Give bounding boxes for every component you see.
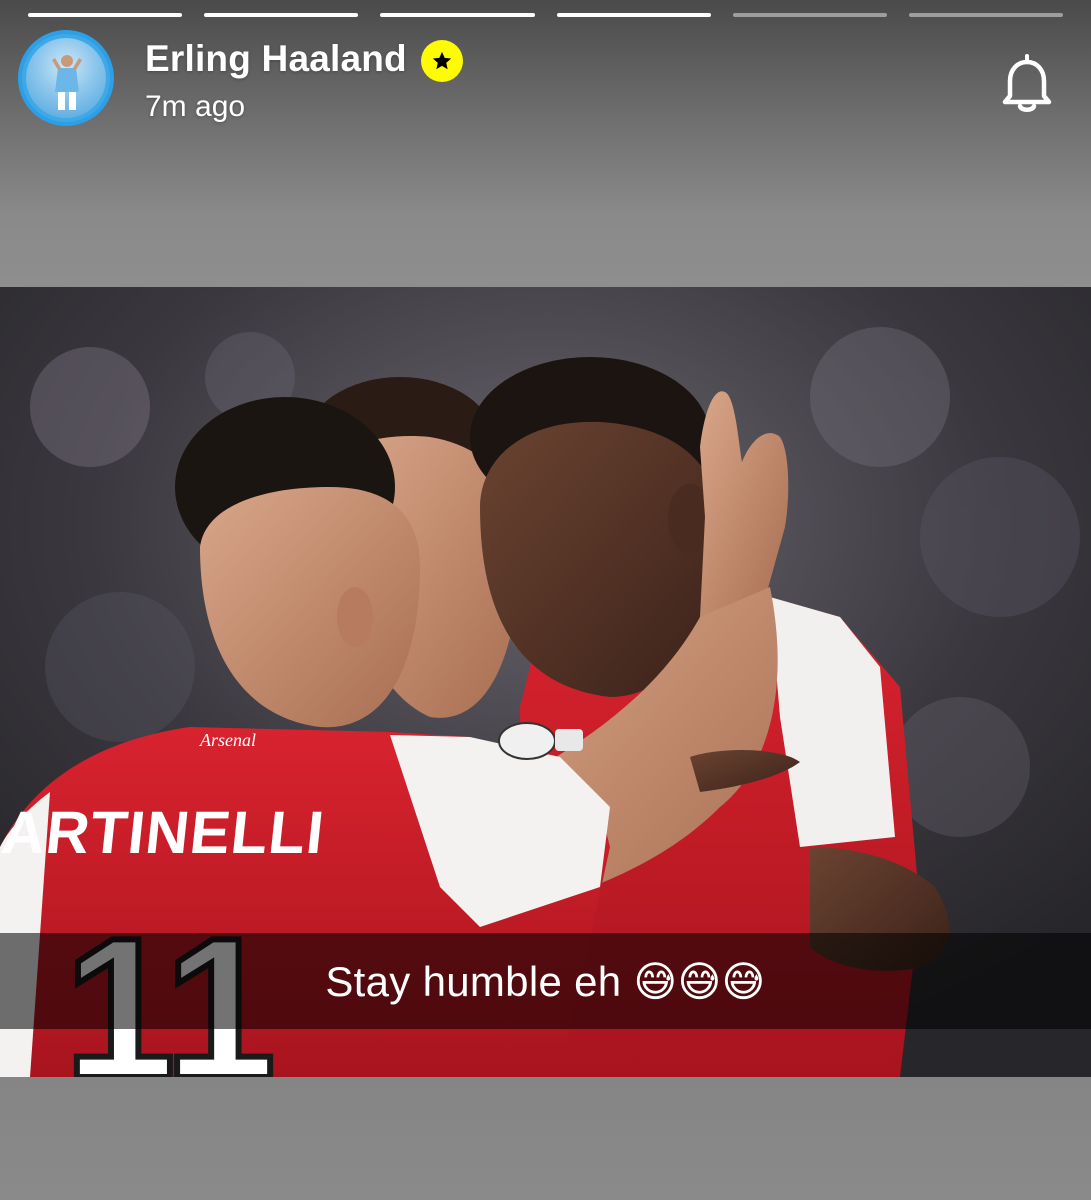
progress-segment (28, 13, 183, 17)
progress-fill (28, 13, 183, 17)
jersey-sponsor: Arsenal (199, 730, 256, 750)
jersey-name: MARTINELLI (0, 799, 328, 866)
progress-fill (556, 13, 711, 17)
avatar-image (26, 38, 106, 118)
username[interactable]: Erling Haaland (145, 38, 407, 80)
bell-icon[interactable] (994, 50, 1060, 116)
progress-segment (380, 13, 535, 17)
story-timestamp: 7m ago (145, 90, 246, 123)
progress-segment (908, 13, 1064, 17)
progress-segment (556, 13, 711, 17)
star-icon (421, 40, 463, 82)
caption-text: Stay humble eh 😅😅😅 (325, 957, 766, 1005)
story-progress-bar (28, 13, 1064, 18)
story-viewer[interactable]: Erling Haaland 7m ago Arsenal MARTINELLI… (0, 0, 1091, 1200)
progress-segment (204, 13, 359, 17)
avatar[interactable] (18, 30, 114, 126)
avatar-figure (52, 55, 82, 110)
story-header: Erling Haaland 7m ago (18, 30, 1063, 130)
progress-fill (204, 13, 359, 17)
caption-bar: Stay humble eh 😅😅😅 (0, 933, 1091, 1029)
progress-segment (732, 13, 887, 17)
progress-fill (380, 13, 535, 17)
